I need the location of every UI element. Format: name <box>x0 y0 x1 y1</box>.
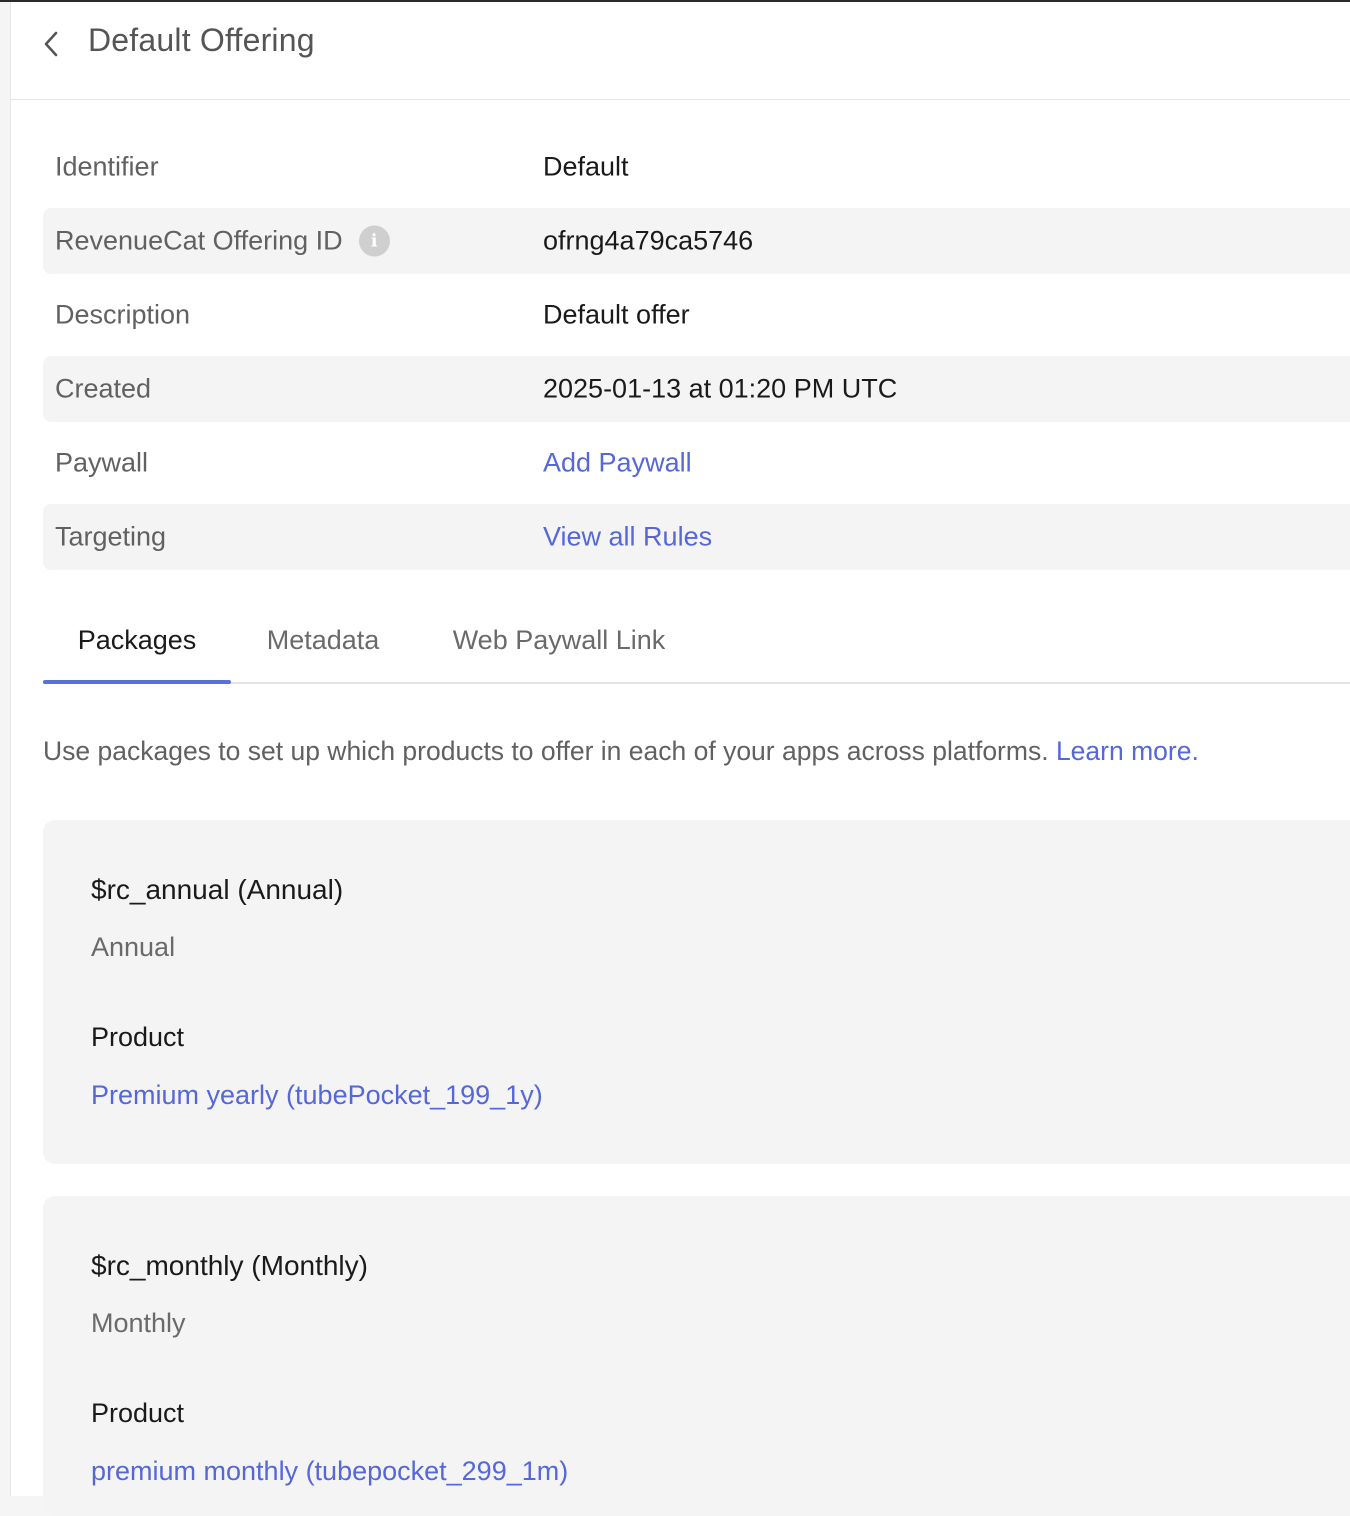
page-title: Default Offering <box>88 22 315 58</box>
chevron-left-icon <box>44 31 58 57</box>
detail-label: Description <box>55 299 191 330</box>
view-all-rules-link[interactable]: View all Rules <box>543 522 712 553</box>
detail-value: 2025-01-13 at 01:20 PM UTC <box>543 373 898 404</box>
detail-label: Created <box>55 373 152 404</box>
product-link[interactable]: Premium yearly (tubePocket_199_1y) <box>91 1080 543 1111</box>
detail-row-targeting: Targeting View all Rules <box>43 504 1350 570</box>
detail-row-offering-id: RevenueCat Offering ID i ofrng4a79ca5746 <box>43 208 1350 274</box>
detail-row-identifier: Identifier Default <box>43 134 1350 200</box>
packages-intro: Use packages to set up which products to… <box>43 736 1199 767</box>
detail-row-created: Created 2025-01-13 at 01:20 PM UTC <box>43 356 1350 422</box>
detail-label-wrap: RevenueCat Offering ID i <box>55 225 390 257</box>
info-icon[interactable]: i <box>358 225 390 257</box>
product-link[interactable]: premium monthly (tubepocket_299_1m) <box>91 1456 568 1487</box>
detail-label: Paywall <box>55 447 149 478</box>
package-subtitle: Monthly <box>91 1308 186 1338</box>
package-subtitle: Annual <box>91 932 176 962</box>
page-header: Default Offering <box>11 2 1350 100</box>
detail-label: Identifier <box>55 151 159 182</box>
package-title: $rc_monthly (Monthly) <box>91 1250 368 1281</box>
detail-row-paywall: Paywall Add Paywall <box>43 430 1350 496</box>
package-card: $rc_annual (Annual) Annual Product Premi… <box>43 820 1350 1164</box>
package-title: $rc_annual (Annual) <box>91 874 344 905</box>
offering-page: Default Offering Identifier Default Reve… <box>10 2 1350 1516</box>
learn-more-link[interactable]: Learn more. <box>1056 736 1199 766</box>
tab-bar: Packages Metadata Web Paywall Link <box>43 598 1350 684</box>
back-button[interactable] <box>35 26 67 62</box>
detail-row-description: Description Default offer <box>43 282 1350 348</box>
detail-value: Default offer <box>543 299 690 330</box>
detail-value: ofrng4a79ca5746 <box>543 225 754 256</box>
detail-label: RevenueCat Offering ID <box>55 225 343 256</box>
tab-packages[interactable]: Packages <box>43 598 231 684</box>
package-card: $rc_monthly (Monthly) Monthly Product pr… <box>43 1196 1350 1516</box>
detail-value: Default <box>543 151 629 182</box>
tab-metadata[interactable]: Metadata <box>245 598 401 682</box>
product-label: Product <box>91 1398 185 1428</box>
product-label: Product <box>91 1022 185 1052</box>
offering-details: Identifier Default RevenueCat Offering I… <box>43 134 1350 578</box>
tab-web-paywall-link[interactable]: Web Paywall Link <box>433 598 685 682</box>
add-paywall-link[interactable]: Add Paywall <box>543 448 692 479</box>
detail-label: Targeting <box>55 521 167 552</box>
intro-text: Use packages to set up which products to… <box>43 736 1056 766</box>
